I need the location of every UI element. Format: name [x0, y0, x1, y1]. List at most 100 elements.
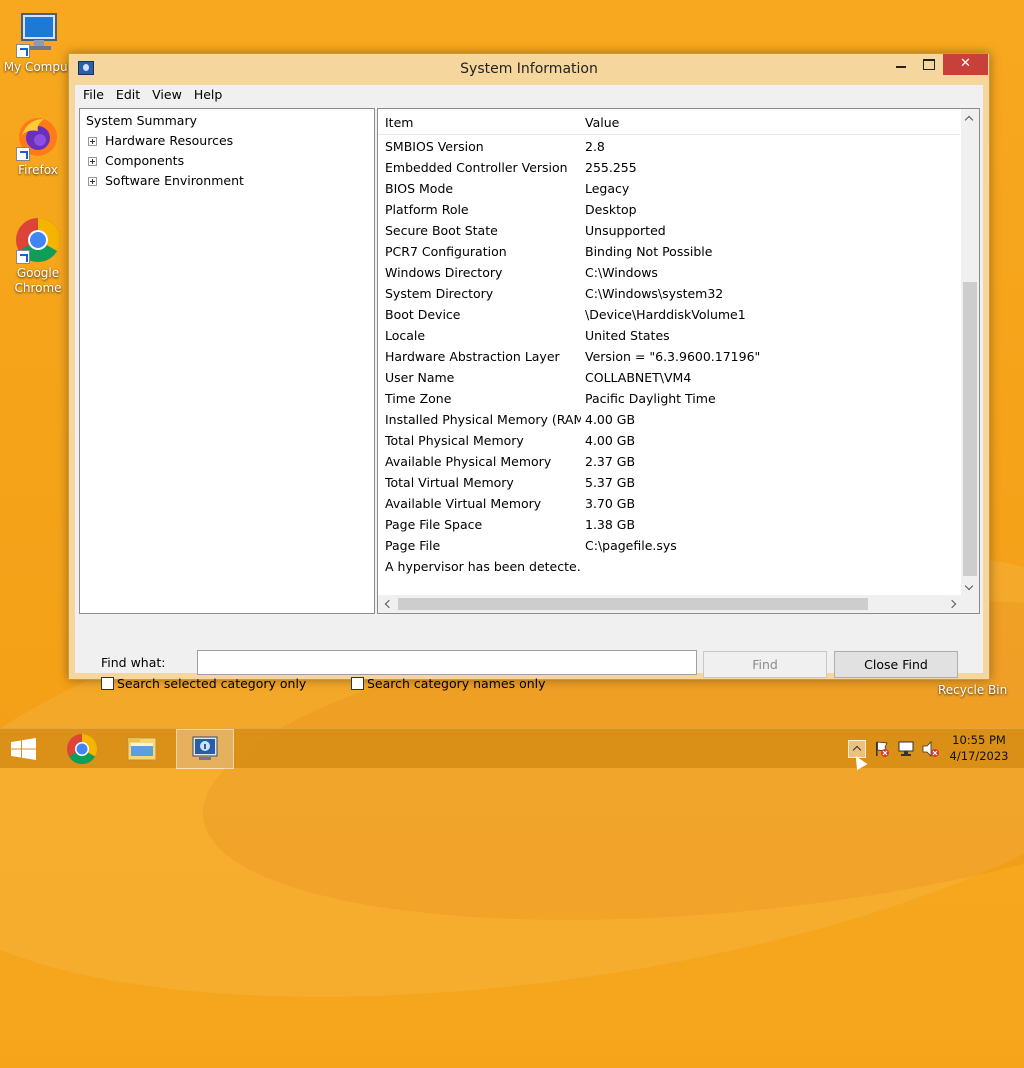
list-cell-value: 3.70 GB: [585, 496, 636, 511]
search-category-names-checkbox[interactable]: Search category names only: [351, 676, 546, 691]
list-row[interactable]: Embedded Controller Version 255.255: [378, 157, 960, 178]
list-cell-item: A hypervisor has been detecte...: [385, 559, 581, 574]
list-row[interactable]: Available Virtual Memory 3.70 GB: [378, 493, 960, 514]
tree-item-system-summary[interactable]: System Summary: [86, 111, 197, 131]
list-cell-value: Binding Not Possible: [585, 244, 713, 259]
list-cell-value: Version = "6.3.9600.17196": [585, 349, 761, 364]
list-row[interactable]: A hypervisor has been detecte...: [378, 556, 960, 577]
list-cell-value: 255.255: [585, 160, 637, 175]
list-row[interactable]: Hardware Abstraction Layer Version = "6.3…: [378, 346, 960, 367]
action-center-flag-icon[interactable]: [872, 729, 892, 769]
find-button[interactable]: Find: [703, 651, 827, 678]
menu-view[interactable]: View: [146, 85, 188, 105]
tree-item-hardware-resources[interactable]: Hardware Resources: [88, 131, 233, 151]
list-row[interactable]: Windows Directory C:\Windows: [378, 262, 960, 283]
taskbar-clock[interactable]: 10:55 PM 4/17/2023: [934, 732, 1024, 764]
firefox-icon: [14, 113, 62, 161]
list-row[interactable]: System Directory C:\Windows\system32: [378, 283, 960, 304]
desktop-icon-label: Firefox: [18, 163, 58, 177]
system-information-window: System Information ✕ File Edit View Help…: [68, 53, 990, 691]
checkbox-label: Search selected category only: [117, 676, 307, 691]
scroll-left-icon[interactable]: [384, 599, 394, 609]
taskbar-file-explorer-icon[interactable]: [120, 729, 164, 769]
search-selected-category-checkbox[interactable]: Search selected category only: [101, 676, 306, 691]
column-header-item[interactable]: Item: [385, 115, 413, 130]
list-cell-item: Hardware Abstraction Layer: [385, 349, 560, 364]
menu-help[interactable]: Help: [188, 85, 229, 105]
close-button[interactable]: ✕: [943, 54, 988, 75]
taskbar-system-information-icon[interactable]: [176, 729, 234, 769]
taskbar: 10:55 PM 4/17/2023: [0, 728, 1024, 769]
list-row[interactable]: Page File Space 1.38 GB: [378, 514, 960, 535]
list-row[interactable]: Locale United States: [378, 325, 960, 346]
expand-icon[interactable]: [88, 157, 97, 166]
list-cell-item: Secure Boot State: [385, 223, 498, 238]
tree-item-label: System Summary: [86, 113, 197, 128]
window-client-area: File Edit View Help System Summary Hardw…: [75, 85, 983, 691]
menu-file[interactable]: File: [77, 85, 110, 105]
list-row[interactable]: User Name COLLABNET\VM4: [378, 367, 960, 388]
horizontal-scroll-thumb[interactable]: [398, 598, 868, 610]
list-cell-item: Total Virtual Memory: [385, 475, 514, 490]
list-cell-value: Pacific Daylight Time: [585, 391, 716, 406]
tree-item-software-environment[interactable]: Software Environment: [88, 171, 244, 191]
close-find-button[interactable]: Close Find: [834, 651, 958, 678]
list-row[interactable]: Total Virtual Memory 5.37 GB: [378, 472, 960, 493]
details-list[interactable]: Item Value SMBIOS Version 2.8 Embedded Con…: [377, 108, 980, 614]
vertical-scroll-thumb[interactable]: [963, 282, 977, 576]
horizontal-scrollbar[interactable]: [378, 595, 963, 613]
list-row[interactable]: Time Zone Pacific Daylight Time: [378, 388, 960, 409]
desktop-icon-my-computer[interactable]: My Comput: [0, 10, 76, 74]
list-header: Item Value: [378, 109, 960, 135]
list-cell-value: C:\pagefile.sys: [585, 538, 677, 553]
list-cell-value: C:\Windows\system32: [585, 286, 724, 301]
vertical-scrollbar[interactable]: [961, 109, 979, 597]
checkbox-box[interactable]: [351, 677, 364, 690]
tree-item-label: Components: [105, 153, 185, 168]
tree-item-components[interactable]: Components: [88, 151, 184, 171]
list-cell-item: Available Physical Memory: [385, 454, 552, 469]
list-cell-item: Windows Directory: [385, 265, 503, 280]
list-row[interactable]: PCR7 Configuration Binding Not Possible: [378, 241, 960, 262]
checkbox-box[interactable]: [101, 677, 114, 690]
scrollbar-corner: [961, 595, 979, 613]
find-what-input[interactable]: [197, 650, 697, 675]
list-row[interactable]: SMBIOS Version 2.8: [378, 136, 960, 157]
desktop-icon-google-chrome[interactable]: Google Chrome: [0, 216, 76, 296]
expand-icon[interactable]: [88, 177, 97, 186]
scroll-right-icon[interactable]: [947, 599, 957, 609]
recycle-bin-label[interactable]: Recycle Bin: [938, 683, 1007, 697]
list-cell-value: Legacy: [585, 181, 630, 196]
start-icon[interactable]: [8, 729, 40, 769]
list-row[interactable]: Secure Boot State Unsupported: [378, 220, 960, 241]
list-cell-item: Locale: [385, 328, 426, 343]
list-row[interactable]: Installed Physical Memory (RAM) 4.00 GB: [378, 409, 960, 430]
expand-icon[interactable]: [88, 137, 97, 146]
list-row[interactable]: Page File C:\pagefile.sys: [378, 535, 960, 556]
list-cell-item: User Name: [385, 370, 455, 385]
maximize-button[interactable]: [915, 54, 943, 75]
list-cell-item: Page File: [385, 538, 441, 553]
list-cell-item: Time Zone: [385, 391, 452, 406]
scroll-down-icon[interactable]: [964, 581, 974, 591]
category-tree[interactable]: System Summary Hardware Resources Compon…: [79, 108, 375, 614]
column-header-value[interactable]: Value: [585, 115, 619, 130]
minimize-button[interactable]: [887, 54, 915, 75]
network-icon[interactable]: [896, 729, 916, 769]
scroll-up-icon[interactable]: [964, 115, 974, 125]
list-row[interactable]: Platform Role Desktop: [378, 199, 960, 220]
desktop-icon-firefox[interactable]: Firefox: [0, 113, 76, 177]
menu-bar: File Edit View Help: [75, 85, 983, 105]
list-cell-value: 4.00 GB: [585, 412, 636, 427]
title-bar[interactable]: System Information ✕: [69, 54, 989, 85]
list-row[interactable]: Boot Device \Device\HarddiskVolume1: [378, 304, 960, 325]
list-cell-item: Installed Physical Memory (RAM): [385, 412, 581, 427]
list-cell-item: Total Physical Memory: [385, 433, 524, 448]
list-row[interactable]: BIOS Mode Legacy: [378, 178, 960, 199]
list-row[interactable]: Total Physical Memory 4.00 GB: [378, 430, 960, 451]
find-what-label: Find what:: [101, 655, 166, 670]
list-cell-item: SMBIOS Version: [385, 139, 484, 154]
list-row[interactable]: Available Physical Memory 2.37 GB: [378, 451, 960, 472]
taskbar-chrome-icon[interactable]: [60, 729, 104, 769]
menu-edit[interactable]: Edit: [110, 85, 146, 105]
